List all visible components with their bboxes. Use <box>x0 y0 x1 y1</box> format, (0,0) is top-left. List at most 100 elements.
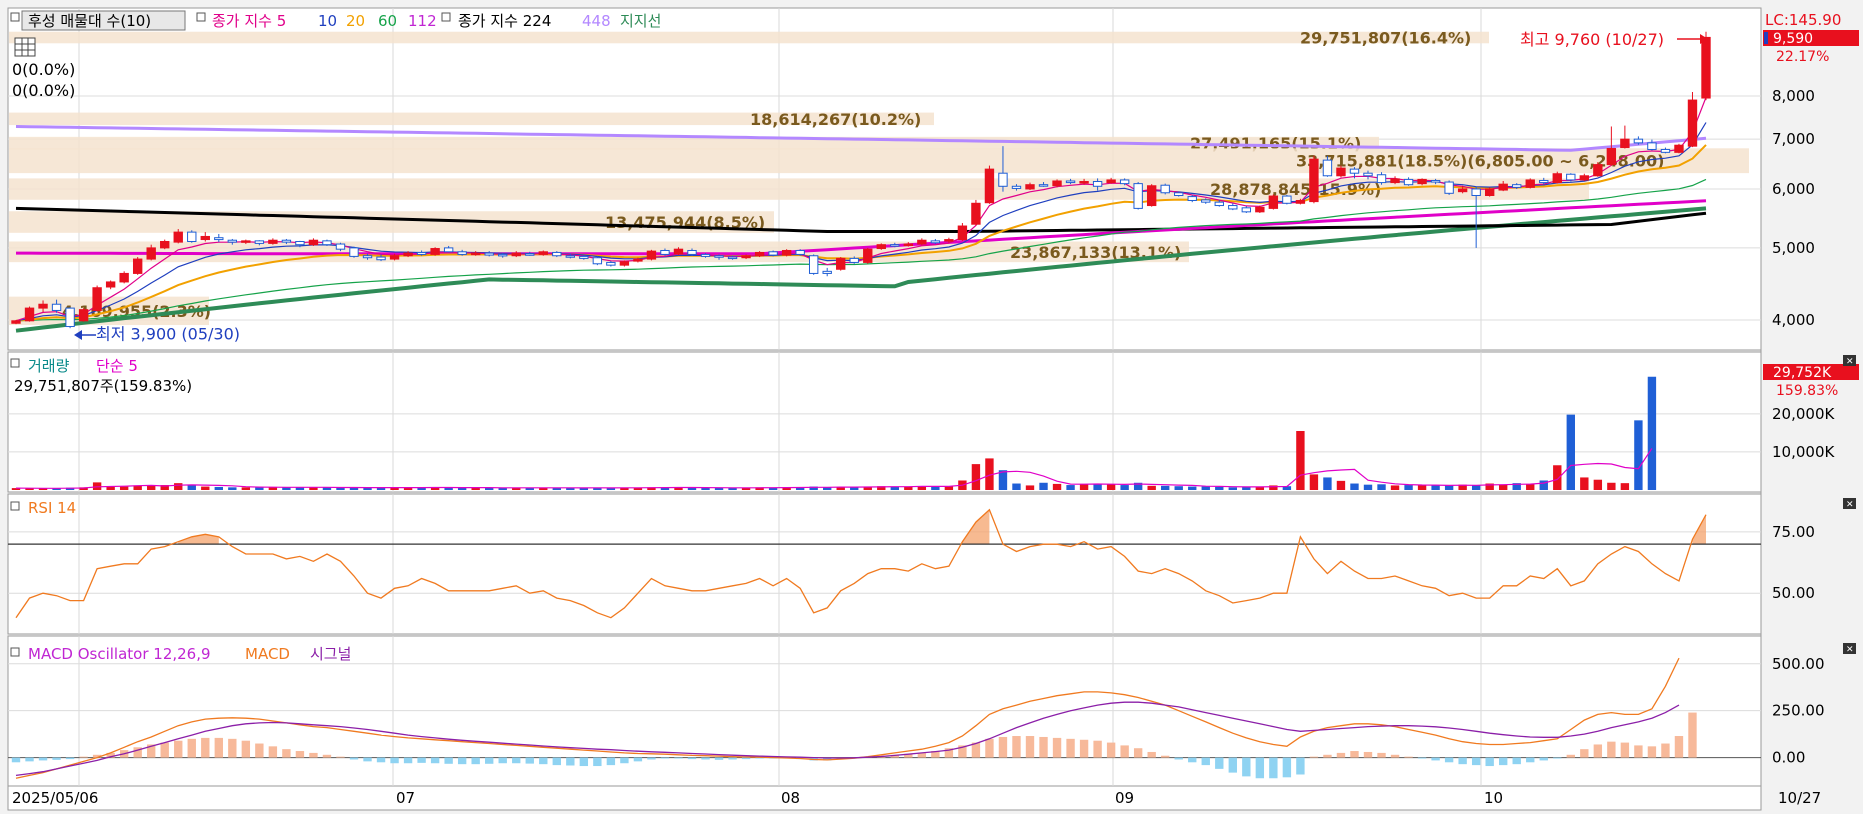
candle-body <box>741 255 751 259</box>
macd-oscillator-bar <box>1296 757 1305 775</box>
macd-oscillator-bar <box>1052 737 1062 758</box>
collapse-icon[interactable]: ✕ <box>1843 355 1856 367</box>
legend-box-icon[interactable] <box>10 12 20 22</box>
candle-body <box>1674 144 1684 153</box>
candle-body <box>687 249 697 255</box>
macd-oscillator-bar <box>241 740 251 758</box>
volume-bar <box>214 486 223 490</box>
legend-ma60: 60 <box>378 12 397 30</box>
macd-oscillator-bar <box>1674 736 1684 758</box>
svg-text:✕: ✕ <box>1846 357 1854 367</box>
candle-body <box>187 231 197 242</box>
x-axis-label: 07 <box>396 789 415 807</box>
macd-oscillator-bar <box>471 757 480 765</box>
rsi-tick: 75.00 <box>1772 523 1815 541</box>
macd-oscillator-bar <box>1634 745 1643 758</box>
volume-bar <box>1147 485 1156 490</box>
candle-body <box>1484 188 1495 196</box>
candle-body <box>308 239 319 246</box>
macd-oscillator-bar <box>1431 757 1440 761</box>
macd-oscillator-bar <box>1566 754 1575 758</box>
volume-bar <box>106 486 115 490</box>
candle-body <box>416 251 427 255</box>
macd-oscillator-bar <box>11 757 21 763</box>
macd-oscillator-bar <box>1133 748 1143 758</box>
volume-last-label: 29,752K <box>1773 365 1832 381</box>
candle-body <box>92 287 102 311</box>
macd-oscillator-bar <box>1282 757 1292 778</box>
volume-bar <box>1607 482 1616 490</box>
volume-bar <box>1039 482 1048 490</box>
candle-body <box>619 261 630 266</box>
candle-body <box>1038 184 1049 187</box>
candle-body <box>1701 36 1711 99</box>
macd-oscillator-bar <box>376 757 386 763</box>
candle-body <box>146 247 156 260</box>
volume-bar <box>1025 485 1035 490</box>
legend-box-icon[interactable] <box>196 12 206 22</box>
candle-body <box>1255 206 1265 213</box>
candle-body <box>1430 179 1441 183</box>
volume-bar <box>147 485 156 490</box>
candle-body <box>768 251 778 256</box>
candle-body <box>1363 172 1373 177</box>
volume-bar <box>201 486 210 490</box>
candle-body <box>579 255 589 259</box>
volume-profile-label: 18,614,267(10.2%) <box>750 110 921 129</box>
candle-body <box>1606 148 1617 166</box>
candle-body <box>1444 181 1454 194</box>
macd-oscillator-bar <box>1079 739 1089 758</box>
candle-body <box>1187 196 1197 201</box>
legend-ma112: 112 <box>408 12 437 30</box>
candle-body <box>700 253 711 257</box>
collapse-icon[interactable]: ✕ <box>1843 498 1856 510</box>
collapse-icon[interactable]: ✕ <box>1843 643 1856 655</box>
macd-oscillator-bar <box>525 757 534 764</box>
macd-oscillator-bar <box>1485 757 1494 767</box>
macd-oscillator-bar <box>201 737 210 758</box>
volume-bar <box>1390 485 1400 490</box>
candle-body <box>1295 199 1306 204</box>
macd-oscillator-bar <box>1404 756 1413 758</box>
candle-body <box>1092 181 1103 187</box>
macd-oscillator-bar <box>1201 757 1210 766</box>
candle-body <box>538 251 548 255</box>
volume-bar <box>1296 431 1305 490</box>
candle-body <box>1593 164 1603 177</box>
last-price-tag <box>1764 32 1768 44</box>
volume-bar <box>1417 485 1427 490</box>
legend-macd-osc: MACD Oscillator 12,26,9 <box>28 645 211 663</box>
macd-oscillator-bar <box>282 749 291 758</box>
candle-body <box>727 256 738 260</box>
candle-body <box>1241 207 1252 213</box>
legend-box-icon[interactable] <box>10 358 20 368</box>
macd-oscillator-bar <box>1499 757 1508 766</box>
legend-support: 지지선 <box>620 12 661 30</box>
volume-pct-label: 159.83% <box>1776 383 1838 399</box>
candle-body <box>1214 201 1224 207</box>
legend-ma448: 448 <box>582 12 611 30</box>
macd-oscillator-bar <box>1215 757 1224 769</box>
macd-oscillator-bar <box>1309 756 1319 758</box>
candle-body <box>984 168 995 204</box>
legend-box-icon[interactable] <box>10 647 20 657</box>
macd-oscillator-bar <box>268 746 278 758</box>
macd-oscillator-bar <box>1526 757 1535 763</box>
legend-ma10: 10 <box>318 12 337 30</box>
legend-box-icon[interactable] <box>10 501 20 511</box>
macd-oscillator-bar <box>1661 743 1670 758</box>
macd-oscillator-bar <box>1363 751 1373 758</box>
macd-oscillator-bar <box>160 742 169 758</box>
candle-body <box>646 250 657 260</box>
volume-bar <box>187 485 196 490</box>
volume-bar <box>255 487 264 490</box>
candle-body <box>1133 183 1143 209</box>
macd-oscillator-bar <box>336 756 345 758</box>
candle-body <box>1322 159 1333 177</box>
table-icon[interactable] <box>14 37 36 57</box>
legend-box-icon[interactable] <box>441 12 451 22</box>
macd-oscillator-bar <box>985 738 994 758</box>
volume-bar <box>1093 484 1102 490</box>
macd-oscillator-bar <box>1377 752 1386 758</box>
candle-body <box>1201 199 1211 203</box>
